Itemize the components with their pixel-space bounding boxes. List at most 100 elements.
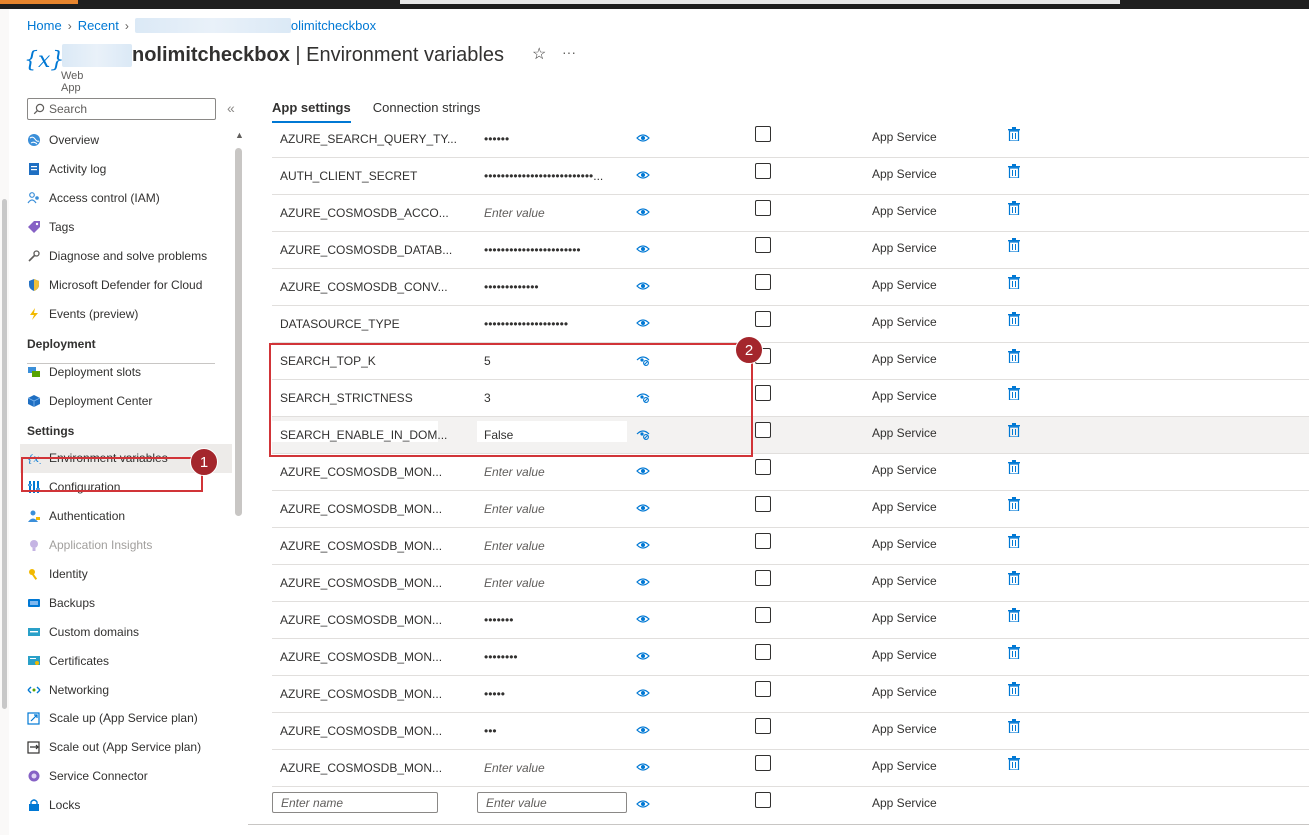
setting-name[interactable]: AZURE_COSMOSDB_MON... — [280, 650, 442, 664]
delete-icon[interactable] — [1008, 534, 1020, 549]
delete-icon[interactable] — [1008, 201, 1020, 216]
show-value-icon[interactable] — [636, 538, 650, 552]
deployment-slot-checkbox[interactable] — [755, 385, 771, 401]
deployment-slot-checkbox[interactable] — [755, 570, 771, 586]
deployment-slot-checkbox[interactable] — [755, 644, 771, 660]
table-row[interactable]: AZURE_COSMOSDB_MON... Enter value App Serv… — [272, 491, 1309, 528]
delete-icon[interactable] — [1008, 460, 1020, 475]
deployment-slot-checkbox[interactable] — [755, 718, 771, 734]
delete-icon[interactable] — [1008, 386, 1020, 401]
show-value-icon[interactable] — [636, 797, 650, 811]
show-value-icon[interactable] — [636, 131, 650, 145]
sidebar-item-authentication[interactable]: Authentication — [20, 502, 232, 531]
table-row[interactable]: AZURE_COSMOSDB_MON... Enter value App Serv… — [272, 454, 1309, 491]
delete-icon[interactable] — [1008, 571, 1020, 586]
setting-name[interactable]: AZURE_COSMOSDB_CONV... — [280, 280, 448, 294]
left-edge-scrollbar[interactable] — [0, 9, 9, 835]
global-search-box[interactable] — [400, 0, 1120, 4]
setting-name[interactable]: AZURE_COSMOSDB_MON... — [280, 502, 442, 516]
new-value-input[interactable]: Enter value — [477, 792, 627, 813]
setting-name[interactable]: AZURE_COSMOSDB_MON... — [280, 576, 442, 590]
show-value-icon[interactable] — [636, 242, 650, 256]
sidebar-item-overview[interactable]: Overview — [20, 126, 232, 155]
setting-name[interactable]: AUTH_CLIENT_SECRET — [280, 169, 417, 183]
collapse-nav-icon[interactable]: « — [227, 100, 235, 116]
setting-name[interactable]: AZURE_COSMOSDB_DATAB... — [280, 243, 452, 257]
deployment-slot-checkbox[interactable] — [755, 607, 771, 623]
sidebar-item-custom-domains[interactable]: Custom domains — [20, 617, 232, 646]
setting-value[interactable]: •••••• — [484, 132, 509, 146]
sidebar-item-diagnose-and-solve-problems[interactable]: Diagnose and solve problems — [20, 242, 232, 271]
delete-icon[interactable] — [1008, 349, 1020, 364]
sidebar-item-service-connector[interactable]: Service Connector — [20, 762, 232, 791]
show-value-icon[interactable] — [636, 168, 650, 182]
table-row[interactable]: AZURE_COSMOSDB_MON... Enter value App Serv… — [272, 565, 1309, 602]
table-row[interactable]: AZURE_COSMOSDB_ACCO... Enter value App Ser… — [272, 195, 1309, 232]
deployment-slot-checkbox[interactable] — [755, 274, 771, 290]
setting-value[interactable]: Enter value — [484, 206, 545, 220]
setting-name[interactable]: AZURE_COSMOSDB_MON... — [280, 687, 442, 701]
show-value-icon[interactable] — [636, 649, 650, 663]
show-value-icon[interactable] — [636, 612, 650, 626]
sidebar-item-activity-log[interactable]: Activity log — [20, 155, 232, 184]
scroll-up-icon[interactable]: ▲ — [235, 130, 244, 140]
setting-value[interactable]: •••••••••••••••••••• — [484, 317, 568, 331]
sidebar-item-application-insights[interactable]: Application Insights — [20, 531, 232, 560]
sidebar-item-scale-out-app-service-plan[interactable]: Scale out (App Service plan) — [20, 733, 232, 762]
setting-value[interactable]: Enter value — [484, 576, 545, 590]
setting-value[interactable]: Enter value — [484, 761, 545, 775]
setting-value[interactable]: ••••••• — [484, 613, 513, 627]
breadcrumb-home[interactable]: Home — [27, 18, 62, 33]
sidebar-item-microsoft-defender-for-cloud[interactable]: Microsoft Defender for Cloud — [20, 270, 232, 299]
deployment-slot-checkbox[interactable] — [755, 311, 771, 327]
deployment-slot-checkbox[interactable] — [755, 755, 771, 771]
sidebar-item-certificates[interactable]: Certificates — [20, 646, 232, 675]
breadcrumb-recent[interactable]: Recent — [78, 18, 119, 33]
sidebar-item-locks[interactable]: Locks — [20, 791, 232, 820]
table-row[interactable]: AZURE_COSMOSDB_MON... Enter value App Serv… — [272, 528, 1309, 565]
show-value-icon[interactable] — [636, 316, 650, 330]
table-row[interactable]: AZURE_COSMOSDB_MON... •••••••• App Service — [272, 639, 1309, 676]
delete-icon[interactable] — [1008, 608, 1020, 623]
setting-value[interactable]: Enter value — [484, 502, 545, 516]
setting-name[interactable]: AZURE_COSMOSDB_MON... — [280, 539, 442, 553]
tab-connection-strings[interactable]: Connection strings — [373, 100, 481, 123]
setting-value[interactable]: Enter value — [484, 465, 545, 479]
delete-icon[interactable] — [1008, 497, 1020, 512]
breadcrumb-resource[interactable]: xxxxxxxxxxxxxxxxxxxxxxxxolimitcheckbox — [134, 18, 376, 33]
delete-icon[interactable] — [1008, 238, 1020, 253]
show-value-icon[interactable] — [636, 575, 650, 589]
deployment-slot-checkbox[interactable] — [755, 126, 771, 142]
deployment-slot-checkbox[interactable] — [755, 681, 771, 697]
show-value-icon[interactable] — [636, 279, 650, 293]
setting-value[interactable]: •••••••• — [484, 650, 518, 664]
setting-value[interactable]: ••••••••••••••••••••••• — [484, 243, 581, 257]
setting-name[interactable]: AZURE_COSMOSDB_MON... — [280, 761, 442, 775]
show-value-icon[interactable] — [636, 760, 650, 774]
more-icon[interactable]: ··· — [562, 44, 576, 60]
nav-scrollbar[interactable]: ▲ — [233, 130, 245, 835]
setting-value[interactable]: Enter value — [484, 539, 545, 553]
show-value-icon[interactable] — [636, 723, 650, 737]
table-row[interactable]: AUTH_CLIENT_SECRET ••••••••••••••••••••••… — [272, 158, 1309, 195]
setting-name[interactable]: AZURE_COSMOSDB_MON... — [280, 724, 442, 738]
sidebar-item-deployment-slots[interactable]: Deployment slots — [20, 357, 232, 386]
left-edge-scroll-thumb[interactable] — [2, 199, 7, 709]
new-name-input[interactable]: Enter name — [272, 792, 438, 813]
setting-value[interactable]: ••• — [484, 724, 497, 738]
sidebar-item-events-preview[interactable]: Events (preview) — [20, 299, 232, 328]
show-value-icon[interactable] — [636, 686, 650, 700]
setting-name[interactable]: AZURE_COSMOSDB_MON... — [280, 465, 442, 479]
setting-name[interactable]: AZURE_COSMOSDB_ACCO... — [280, 206, 449, 220]
setting-value[interactable]: ••••••••••••• — [484, 280, 539, 294]
deployment-slot-checkbox[interactable] — [755, 496, 771, 512]
show-value-icon[interactable] — [636, 464, 650, 478]
table-row[interactable]: AZURE_COSMOSDB_MON... ••••• App Service — [272, 676, 1309, 713]
deployment-slot-checkbox[interactable] — [755, 792, 771, 808]
nav-scroll-thumb[interactable] — [235, 148, 242, 516]
table-row[interactable]: AZURE_COSMOSDB_MON... ••••••• App Service — [272, 602, 1309, 639]
deployment-slot-checkbox[interactable] — [755, 533, 771, 549]
delete-icon[interactable] — [1008, 164, 1020, 179]
show-value-icon[interactable] — [636, 501, 650, 515]
table-row[interactable]: AZURE_COSMOSDB_MON... Enter value App Serv… — [272, 750, 1309, 787]
